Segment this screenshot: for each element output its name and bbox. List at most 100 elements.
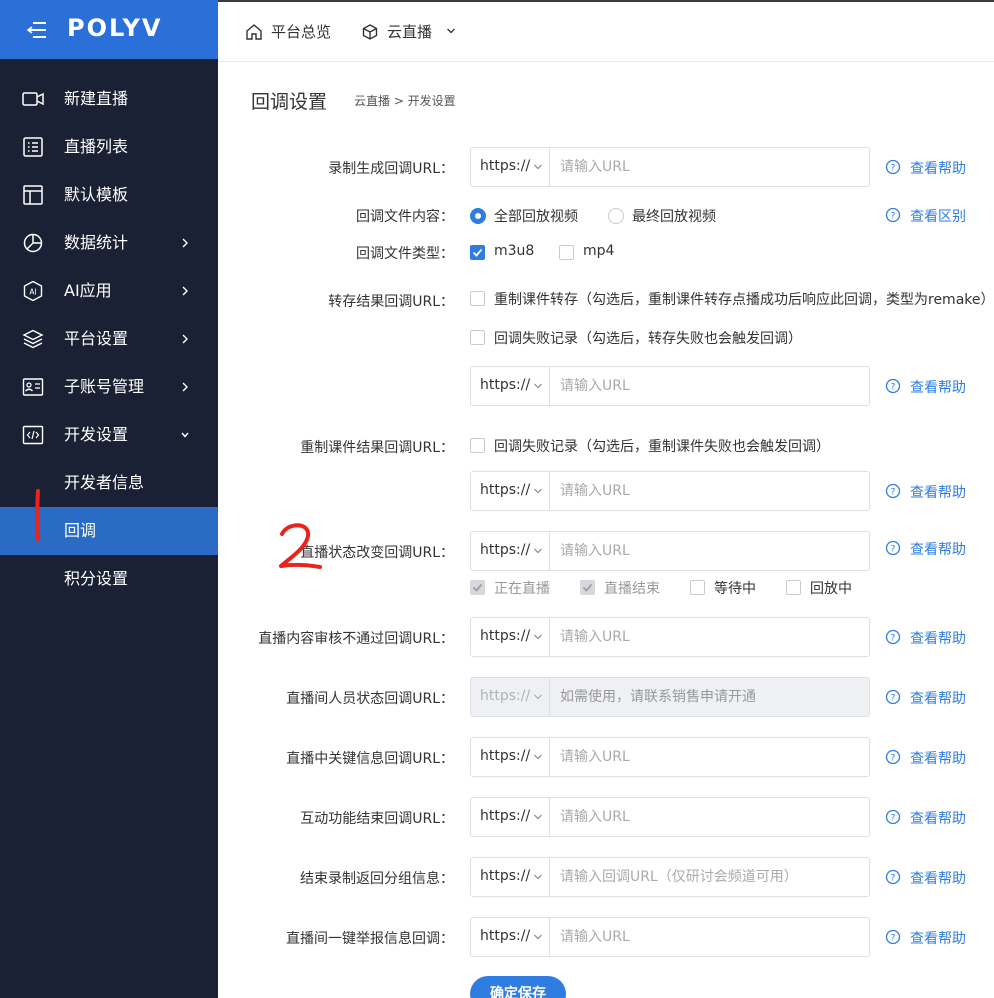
checkbox-unchecked [470, 438, 485, 453]
tab-cloud-live[interactable]: 云直播 [361, 20, 461, 44]
save-button[interactable]: 确定保存 [470, 976, 566, 998]
chevron-down-icon [534, 934, 542, 940]
sidebar-item-label: 平台设置 [64, 329, 129, 348]
page-title: 回调设置 [251, 91, 328, 113]
help-link-text: 查看帮助 [910, 811, 966, 827]
tab-platform-overview[interactable]: 平台总览 [245, 20, 345, 44]
sidebar-item-new-live[interactable]: 新建直播 [0, 75, 218, 123]
sidebar-item-label: 子账号管理 [64, 377, 145, 396]
interact-end-label: 互动功能结束回调URL： [300, 811, 454, 827]
interact-end-url-input[interactable] [551, 798, 869, 836]
sidebar-item-sub-accounts[interactable]: 子账号管理 [0, 363, 218, 411]
audit-url-group: https:// [470, 617, 870, 657]
protocol-select[interactable]: https:// [471, 918, 550, 956]
check-icon [472, 583, 483, 592]
remake-url-input[interactable] [551, 472, 869, 510]
home-icon [246, 24, 262, 40]
annotation-mark-2 [279, 523, 322, 569]
record-callback-label: 录制生成回调URL： [328, 161, 454, 177]
help-link-text: 查看帮助 [910, 631, 966, 647]
protocol-value: https:// [480, 542, 531, 558]
protocol-value: https:// [480, 688, 531, 704]
sidebar-item-statistics[interactable]: 数据统计 [0, 219, 218, 267]
record-callback-url-input[interactable] [551, 148, 869, 186]
report-url-group: https:// [470, 917, 870, 957]
sidebar-item-live-list[interactable]: 直播列表 [0, 123, 218, 171]
protocol-select[interactable]: https:// [471, 532, 550, 570]
help-link-text: 查看帮助 [910, 751, 966, 767]
sidebar-item-default-template[interactable]: 默认模板 [0, 171, 218, 219]
record-group-label: 结束录制返回分组信息： [300, 871, 454, 887]
checkbox-checked-disabled [470, 580, 485, 595]
record-group-url-group: https:// [470, 857, 870, 897]
id-card-icon [22, 378, 44, 396]
protocol-select[interactable]: https:// [471, 472, 550, 510]
chevron-down-icon [534, 488, 542, 494]
chevron-down-icon [534, 164, 542, 170]
radio-unchecked [608, 208, 624, 224]
record-group-url-input[interactable] [551, 858, 869, 896]
chevron-down-icon [534, 754, 542, 760]
transcode-label: 转存结果回调URL： [328, 294, 454, 310]
chevron-down-icon [534, 874, 542, 880]
sidebar-item-label: 直播列表 [64, 137, 129, 156]
sidebar-item-label: AI应用 [64, 281, 112, 300]
protocol-select[interactable]: https:// [471, 858, 550, 896]
report-label: 直播间一键举报信息回调： [286, 931, 454, 947]
menu-toggle-icon[interactable] [27, 21, 47, 39]
radio-label: 全部回放视频 [494, 209, 578, 225]
checkbox-unchecked [786, 580, 801, 595]
keyword-url-input[interactable] [551, 738, 869, 776]
report-url-input[interactable] [551, 918, 869, 956]
checkbox-label: 直播结束 [604, 581, 660, 597]
chevron-down-icon [534, 814, 542, 820]
protocol-value: https:// [480, 928, 531, 944]
checkbox-unchecked [470, 330, 485, 345]
protocol-value: https:// [480, 748, 531, 764]
live-status-url-input[interactable] [551, 532, 869, 570]
protocol-select[interactable]: https:// [471, 798, 550, 836]
layers-icon [22, 329, 44, 349]
help-link-text: 查看帮助 [910, 691, 966, 707]
sidebar-item-points-settings[interactable]: 积分设置 [0, 555, 218, 603]
sidebar-item-platform-settings[interactable]: 平台设置 [0, 315, 218, 363]
file-content-label: 回调文件内容： [356, 209, 454, 225]
question-circle-icon: ? [885, 207, 901, 223]
checkbox-unchecked [690, 580, 705, 595]
viewer-status-url-group: https:// [470, 677, 870, 717]
checkbox-checked-disabled [580, 580, 595, 595]
transcode-url-input[interactable] [551, 367, 869, 405]
protocol-select[interactable]: https:// [471, 367, 550, 405]
audit-url-input[interactable] [551, 618, 869, 656]
sidebar-item-dev-settings[interactable]: 开发设置 [0, 411, 218, 459]
transcode-url-group: https:// [470, 366, 870, 406]
question-circle-icon: ? [885, 929, 901, 945]
protocol-select[interactable]: https:// [471, 738, 550, 776]
remake-label: 重制课件结果回调URL： [300, 440, 454, 456]
help-link-text: 查看帮助 [910, 931, 966, 947]
protocol-select[interactable]: https:// [471, 148, 550, 186]
radio-label: 最终回放视频 [632, 209, 716, 225]
svg-text:?: ? [891, 754, 896, 764]
breadcrumb[interactable]: 云直播 > 开发设置 [354, 92, 456, 109]
chevron-down-icon [534, 383, 542, 389]
checkbox-label: 重制课件转存（勾选后，重制课件转存点播成功后响应此回调，类型为remake） [494, 292, 994, 308]
sidebar-item-label: 数据统计 [64, 233, 129, 252]
question-circle-icon: ? [885, 689, 901, 705]
keyword-url-group: https:// [470, 737, 870, 777]
checkbox-label: 回放中 [810, 581, 852, 597]
question-circle-icon: ? [885, 378, 901, 394]
checkbox-label: 回调失败记录（勾选后，重制课件失败也会触发回调） [494, 439, 830, 455]
chevron-right-icon [182, 382, 188, 392]
tab-label: 平台总览 [271, 23, 332, 41]
protocol-value: https:// [480, 482, 531, 498]
record-callback-url-group: https:// [470, 147, 870, 187]
chevron-down-icon [534, 634, 542, 640]
checkbox-label: mp4 [583, 243, 615, 259]
protocol-select[interactable]: https:// [471, 618, 550, 656]
sidebar-item-ai[interactable]: AI AI应用 [0, 267, 218, 315]
checkbox-unchecked [559, 245, 574, 260]
protocol-value: https:// [480, 628, 531, 644]
question-circle-icon: ? [885, 749, 901, 765]
svg-text:?: ? [891, 694, 896, 704]
